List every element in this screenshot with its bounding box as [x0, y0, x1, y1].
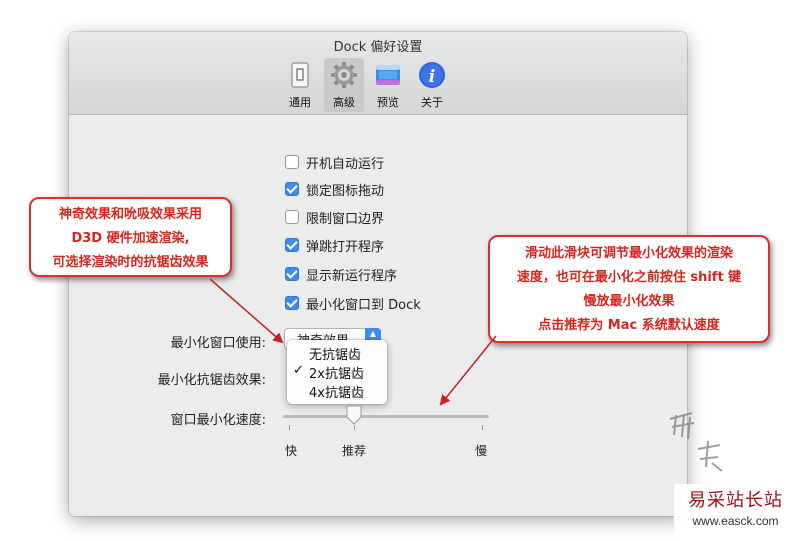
info-icon: i	[419, 62, 445, 88]
checkbox-auto-launch-box[interactable]	[285, 155, 299, 169]
tab-preview-label: 预览	[377, 96, 399, 109]
watermark-brand: 易采站长站	[688, 490, 783, 511]
checkbox-lock-icon-drag-label: 锁定图标拖动	[306, 184, 385, 199]
checkbox-show-new-apps-label: 显示新运行程序	[306, 269, 398, 284]
speed-recommended-label[interactable]: 推荐	[342, 442, 366, 459]
checkbox-minimize-to-dock-box[interactable]	[285, 296, 299, 310]
watermark-url: www.easck.com	[692, 514, 779, 528]
checkmark-icon: ✓	[293, 363, 304, 378]
callout-left-line: 神奇效果和吮吸效果采用	[58, 207, 202, 222]
speed-slider-track[interactable]	[283, 415, 489, 418]
window-title: Dock 偏好设置	[333, 40, 423, 55]
tab-advanced-label: 高级	[333, 96, 355, 109]
callout-left-line: D3D 硬件加速渲染,	[71, 231, 190, 246]
tab-advanced[interactable]: 高级	[324, 58, 364, 112]
preview-icon	[376, 65, 400, 85]
speed-tick-slow	[482, 425, 483, 430]
general-icon	[291, 62, 309, 88]
callout-antialias-note: 神奇效果和吮吸效果采用 D3D 硬件加速渲染, 可选择渲染时的抗锯齿效果	[29, 197, 232, 277]
tab-preview[interactable]: 预览	[368, 58, 408, 112]
antialias-option-2x[interactable]: ✓ 2x抗锯齿	[287, 362, 387, 382]
handwritten-watermark-icon	[669, 412, 723, 472]
site-watermark: 易采站长站 www.easck.com	[674, 484, 797, 541]
titlebar: Dock 偏好设置 通用 高级 预览 i 关于	[69, 32, 687, 115]
antialias-option-none-label: 无抗锯齿	[309, 348, 362, 363]
callout-right-line: 滑动此滑块可调节最小化效果的渲染	[524, 246, 733, 261]
checkbox-limit-window-bounds-box[interactable]	[285, 210, 299, 224]
checkbox-show-new-apps-box[interactable]	[285, 267, 299, 281]
tab-about-label: 关于	[421, 96, 443, 109]
callout-speed-note: 滑动此滑块可调节最小化效果的渲染 速度，也可在最小化之前按住 shift 键 慢…	[488, 235, 770, 343]
checkbox-lock-icon-drag-box[interactable]	[285, 182, 299, 196]
gear-icon	[331, 62, 357, 88]
tab-general-label: 通用	[289, 96, 311, 109]
checkbox-bounce-open-label: 弹跳打开程序	[306, 240, 385, 255]
callout-left-line: 可选择渲染时的抗锯齿效果	[52, 255, 209, 270]
speed-slider-thumb[interactable]	[345, 404, 363, 426]
checkbox-minimize-to-dock-label: 最小化窗口到 Dock	[306, 298, 421, 313]
antialias-label: 最小化抗锯齿效果:	[157, 373, 266, 388]
checkbox-auto-launch-label: 开机自动运行	[306, 157, 385, 172]
speed-slow-label[interactable]: 慢	[475, 442, 487, 459]
callout-right-line: 慢放最小化效果	[583, 294, 675, 309]
tab-about[interactable]: i 关于	[412, 58, 452, 112]
svg-text:i: i	[429, 67, 435, 87]
callout-right-line: 速度，也可在最小化之前按住 shift 键	[516, 270, 742, 285]
antialias-option-none[interactable]: 无抗锯齿	[287, 343, 387, 363]
antialias-menu: 无抗锯齿 ✓ 2x抗锯齿 4x抗锯齿	[287, 340, 387, 404]
speed-label: 窗口最小化速度:	[170, 413, 266, 428]
antialias-option-4x[interactable]: 4x抗锯齿	[287, 381, 387, 401]
callout-right-line: 点击推荐为 Mac 系统默认速度	[538, 318, 720, 333]
checkbox-bounce-open-box[interactable]	[285, 238, 299, 252]
speed-fast-label[interactable]: 快	[285, 442, 297, 459]
antialias-option-2x-label: 2x抗锯齿	[309, 367, 364, 382]
checkbox-limit-window-bounds-label: 限制窗口边界	[306, 212, 385, 227]
minimize-effect-label: 最小化窗口使用:	[170, 336, 266, 351]
antialias-option-4x-label: 4x抗锯齿	[309, 386, 364, 401]
tab-general[interactable]: 通用	[280, 58, 320, 112]
speed-tick-fast	[289, 425, 290, 430]
